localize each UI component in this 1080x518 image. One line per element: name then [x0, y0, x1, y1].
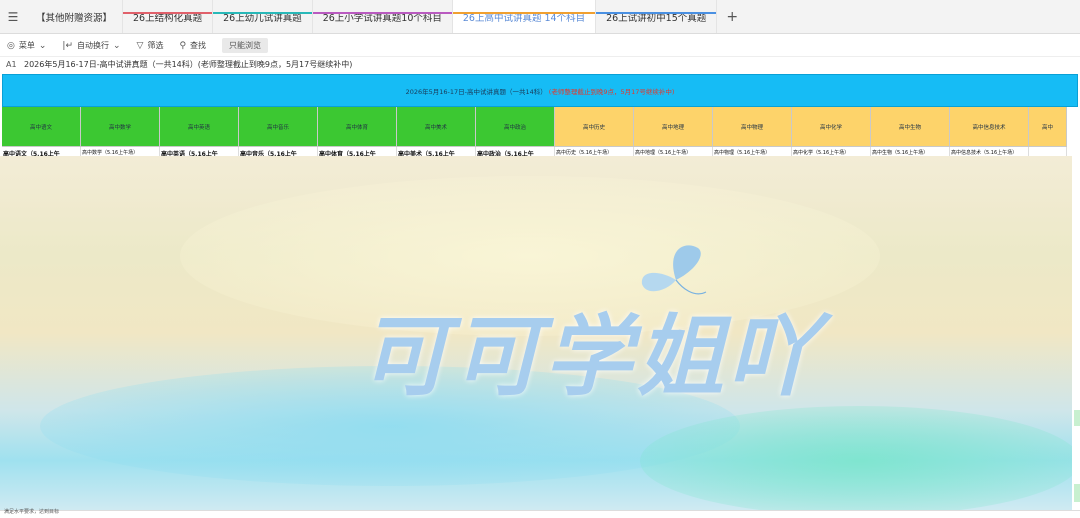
spreadsheet-app: ☰ 【其他附赠资源】 26上结构化真题 26上幼儿试讲真题 26上小学试讲真题1… — [0, 0, 1080, 518]
wrap-text-button[interactable]: |↵ 自动换行 ⌄ — [62, 40, 120, 51]
watermark-text: 可可学姐吖 — [360, 304, 821, 408]
find-button[interactable]: ⚲ 查找 — [179, 40, 206, 51]
formula-content[interactable]: 2026年5月16-17日-高中试讲真题（一共14科）(老师整理截止到晚9点，5… — [24, 59, 352, 70]
filter-icon: ▽ — [136, 40, 144, 51]
subject-cell[interactable]: 高中音乐 — [239, 107, 318, 147]
readonly-badge: 只能浏览 — [222, 38, 269, 53]
menu-label: 菜单 — [18, 41, 35, 50]
subject-cell[interactable]: 高中地理 — [634, 107, 713, 147]
header-title: 2026年5月16-17日-高中试讲真题（一共14科） — [405, 87, 547, 96]
subject-cell[interactable]: 高中政治 — [476, 107, 555, 147]
table-row — [0, 510, 1080, 518]
subject-cell[interactable]: 高中数学 — [81, 107, 160, 147]
cell-highlight — [1074, 484, 1080, 502]
tab-label: 26上结构化真题 — [133, 12, 203, 24]
filter-label: 筛选 — [147, 41, 164, 50]
grid-edge — [1072, 156, 1080, 510]
subject-cell[interactable]: 高中英语 — [160, 107, 239, 147]
formula-bar: A1 2026年5月16-17日-高中试讲真题（一共14科）(老师整理截止到晚9… — [0, 57, 1080, 72]
filter-button[interactable]: ▽ 筛选 — [137, 40, 164, 51]
subject-cell[interactable]: 高中语文 — [2, 107, 81, 147]
sheet-tab-middleschool[interactable]: 26上试讲初中15个真题 — [596, 0, 718, 33]
tab-label: 26上小学试讲真题10个科目 — [322, 12, 442, 24]
subject-cell[interactable]: 高中历史 — [555, 107, 634, 147]
header-merged-cell[interactable]: 2026年5月16-17日-高中试讲真题（一共14科） (老师整理截止到晚9点，… — [2, 74, 1078, 107]
chevron-down-icon: ⌄ — [112, 40, 121, 51]
tab-label: 26上幼儿试讲真题 — [223, 12, 302, 24]
layers-icon[interactable]: ☰ — [0, 0, 26, 33]
wrap-text-label: 自动换行 — [76, 41, 109, 50]
tab-label: 26上试讲初中15个真题 — [606, 12, 707, 24]
subject-cell[interactable]: 高中化学 — [792, 107, 871, 147]
menu-button[interactable]: ◎ 菜单 ⌄ — [7, 40, 46, 51]
sheet-tab-highschool[interactable]: 26上高中试讲真题 14个科目 — [452, 0, 597, 33]
cell-highlight — [1074, 410, 1080, 426]
subject-cell[interactable]: 高中 — [1029, 107, 1067, 147]
sheet-tab-primary[interactable]: 26上小学试讲真题10个科目 — [312, 0, 453, 33]
toolbar: ◎ 菜单 ⌄ |↵ 自动换行 ⌄ ▽ 筛选 ⚲ 查找 只能浏览 — [0, 35, 1080, 57]
find-label: 查找 — [190, 41, 207, 50]
sheet-tab-structured[interactable]: 26上结构化真题 — [123, 0, 214, 33]
cell-reference[interactable]: A1 — [0, 60, 24, 69]
subject-cell[interactable]: 高中物理 — [713, 107, 792, 147]
subject-header-row: 高中语文 高中数学 高中英语 高中音乐 高中体育 高中美术 高中政治 高中历史 … — [2, 107, 1067, 147]
chevron-down-icon: ⌄ — [38, 40, 47, 51]
sheet-tab-bar: ☰ 【其他附赠资源】 26上结构化真题 26上幼儿试讲真题 26上小学试讲真题1… — [0, 0, 1080, 34]
subject-cell[interactable]: 高中生物 — [871, 107, 950, 147]
menu-icon: ◎ — [7, 40, 15, 51]
sheet-tab-other[interactable]: 【其他附赠资源】 — [26, 0, 124, 33]
header-note: (老师整理截止到晚9点，5月17号继续补中) — [548, 87, 675, 96]
tab-label: 【其他附赠资源】 — [36, 12, 113, 24]
subject-cell[interactable]: 高中美术 — [397, 107, 476, 147]
tab-label: 26上高中试讲真题 14个科目 — [462, 12, 586, 24]
search-icon: ⚲ — [179, 40, 187, 51]
wrap-text-icon: |↵ — [62, 40, 73, 51]
add-sheet-button[interactable]: + — [717, 0, 747, 33]
bottom-cell-text[interactable]: 满足水平要求，达到目标 — [4, 508, 59, 515]
glow-decoration — [640, 406, 1072, 510]
subject-cell[interactable]: 高中信息技术 — [950, 107, 1029, 147]
subject-cell[interactable]: 高中体育 — [318, 107, 397, 147]
sheet-tab-kindergarten[interactable]: 26上幼儿试讲真题 — [213, 0, 313, 33]
watermark-image: 可可学姐吖 — [0, 156, 1072, 510]
